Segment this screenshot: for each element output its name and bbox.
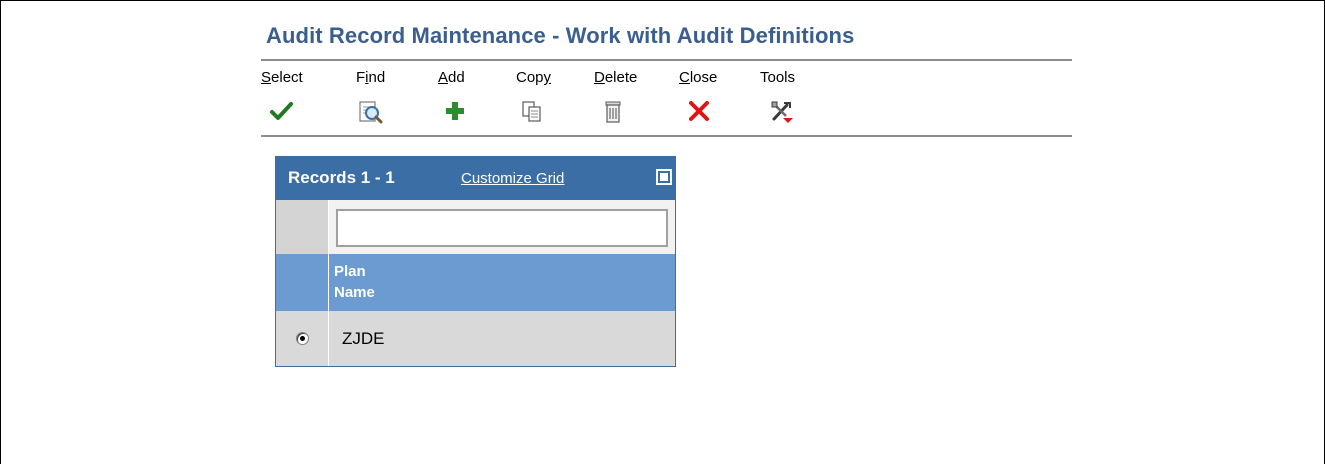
query-by-example-row [276,200,675,254]
filter-row-corner [276,200,329,254]
find-button[interactable]: Find [356,69,386,124]
column-header-corner [276,254,329,311]
tools-button[interactable]: Tools [760,69,796,123]
form-window: Audit Record Maintenance - Work with Aud… [0,0,1325,464]
column-header-plan-name-line2: Name [334,284,375,301]
row-select-radio[interactable] [296,332,309,345]
close-button[interactable]: Close [679,69,718,121]
cell-plan-name: ZJDE [342,329,385,348]
table-row[interactable]: ZJDE [276,311,675,366]
tools-button-label: Tools [760,69,796,86]
toolbar-bottom-divider [261,135,1072,137]
copy-button[interactable]: Copy [516,69,552,122]
find-button-label: Find [356,69,386,86]
add-button[interactable]: Add [438,69,465,120]
select-button[interactable]: Select [261,69,303,120]
delete-button[interactable]: Delete [594,69,638,123]
page-title: Audit Record Maintenance - Work with Aud… [266,23,855,48]
grid-header-bar: Records 1 - 1 Customize Grid [276,157,675,200]
tools-icon [769,99,797,125]
find-magnifier-icon [357,99,385,125]
close-x-icon [687,99,715,125]
row-select-cell [276,311,329,366]
plus-icon [443,99,471,125]
toolbar-top-divider [261,59,1072,61]
checkmark-icon [269,99,297,125]
records-grid: Records 1 - 1 Customize Grid Plan Name Z… [275,156,676,367]
copy-icon [520,99,548,125]
close-button-label: Close [679,69,718,86]
select-button-label: Select [261,69,303,86]
trash-icon [602,99,630,125]
add-button-label: Add [438,69,465,86]
records-count: Records 1 - 1 [288,168,395,187]
column-header-plan-name-line1: Plan [334,263,366,280]
delete-button-label: Delete [594,69,638,86]
plan-name-filter-input[interactable] [336,209,668,247]
customize-grid-link[interactable]: Customize Grid [461,170,564,187]
column-header-plan-name[interactable]: Plan Name [334,261,454,303]
column-header-row: Plan Name [276,254,675,311]
copy-button-label: Copy [516,69,552,86]
grid-collapse-icon[interactable] [656,169,672,185]
